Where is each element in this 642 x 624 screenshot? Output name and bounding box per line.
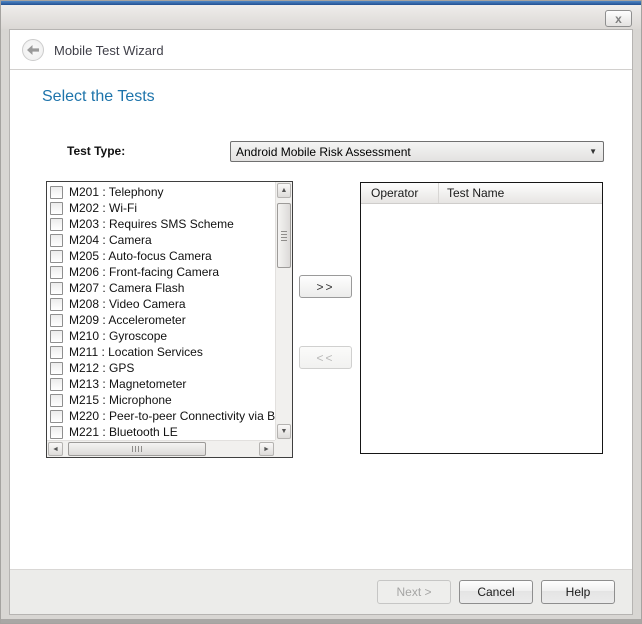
test-checkbox[interactable]	[50, 362, 63, 375]
test-list-item[interactable]: M213 : Magnetometer	[47, 376, 275, 392]
test-list-item[interactable]: M221 : Bluetooth LE	[47, 424, 275, 440]
scroll-left-icon: ◄	[52, 446, 59, 453]
test-type-label: Test Type:	[67, 144, 125, 158]
scroll-left-button[interactable]: ◄	[48, 442, 63, 456]
test-item-label: M204 : Camera	[69, 233, 152, 247]
test-list-item[interactable]: M208 : Video Camera	[47, 296, 275, 312]
selected-tests-body	[361, 204, 602, 453]
chevron-down-icon: ▼	[589, 148, 597, 156]
wizard-title: Mobile Test Wizard	[54, 30, 164, 70]
selected-tests-header: Operator Test Name	[361, 183, 602, 204]
add-tests-button[interactable]: >>	[299, 275, 352, 298]
test-item-label: M220 : Peer-to-peer Connectivity via Blu…	[69, 409, 275, 423]
footer: Next > Cancel Help	[10, 569, 632, 614]
test-item-label: M210 : Gyroscope	[69, 329, 167, 343]
test-list-item[interactable]: M202 : Wi-Fi	[47, 200, 275, 216]
test-item-label: M206 : Front-facing Camera	[69, 265, 219, 279]
test-item-label: M212 : GPS	[69, 361, 134, 375]
test-list-item[interactable]: M210 : Gyroscope	[47, 328, 275, 344]
test-type-selected-value: Android Mobile Risk Assessment	[236, 145, 589, 159]
test-type-select[interactable]: Android Mobile Risk Assessment ▼	[230, 141, 604, 162]
vertical-scroll-thumb[interactable]	[277, 203, 291, 268]
test-item-label: M201 : Telephony	[69, 185, 164, 199]
page-title: Select the Tests	[42, 88, 155, 106]
test-list-item[interactable]: M215 : Microphone	[47, 392, 275, 408]
close-button[interactable]: x	[605, 10, 632, 27]
test-item-label: M211 : Location Services	[69, 345, 203, 359]
cancel-button[interactable]: Cancel	[459, 580, 533, 604]
test-item-label: M221 : Bluetooth LE	[69, 425, 178, 439]
test-list-item[interactable]: M204 : Camera	[47, 232, 275, 248]
vertical-scrollbar[interactable]: ▲ ▼	[275, 182, 292, 440]
test-checkbox[interactable]	[50, 410, 63, 423]
test-list-item[interactable]: M205 : Auto-focus Camera	[47, 248, 275, 264]
remove-tests-button[interactable]: <<	[299, 346, 352, 369]
test-checkbox[interactable]	[50, 250, 63, 263]
test-checkbox[interactable]	[50, 314, 63, 327]
test-list-item[interactable]: M201 : Telephony	[47, 184, 275, 200]
test-item-label: M207 : Camera Flash	[69, 281, 184, 295]
test-checkbox[interactable]	[50, 186, 63, 199]
test-checkbox[interactable]	[50, 298, 63, 311]
test-list-item[interactable]: M220 : Peer-to-peer Connectivity via Blu…	[47, 408, 275, 424]
back-arrow-icon	[27, 45, 39, 55]
test-checkbox[interactable]	[50, 330, 63, 343]
test-item-label: M215 : Microphone	[69, 393, 172, 407]
horizontal-scroll-track[interactable]	[64, 441, 258, 457]
test-item-label: M209 : Accelerometer	[69, 313, 186, 327]
titlebar: x	[1, 5, 641, 29]
test-list-item[interactable]: M211 : Location Services	[47, 344, 275, 360]
help-button[interactable]: Help	[541, 580, 615, 604]
scroll-down-icon: ▼	[281, 428, 288, 435]
available-tests-list[interactable]: M201 : Telephony M202 : Wi-Fi M203 : Req…	[47, 182, 275, 440]
test-list-item[interactable]: M212 : GPS	[47, 360, 275, 376]
scroll-right-icon: ►	[263, 446, 270, 453]
test-list-item[interactable]: M209 : Accelerometer	[47, 312, 275, 328]
test-checkbox[interactable]	[50, 202, 63, 215]
test-list-item[interactable]: M207 : Camera Flash	[47, 280, 275, 296]
close-icon: x	[615, 13, 622, 25]
test-checkbox[interactable]	[50, 378, 63, 391]
test-item-label: M213 : Magnetometer	[69, 377, 186, 391]
horizontal-scrollbar[interactable]: ◄ ►	[47, 440, 275, 457]
test-checkbox[interactable]	[50, 266, 63, 279]
available-tests-listbox: M201 : Telephony M202 : Wi-Fi M203 : Req…	[46, 181, 293, 458]
wizard-window: x Mobile Test Wizard Select the Tests Te…	[0, 0, 642, 624]
dialog-header: Mobile Test Wizard	[10, 30, 632, 70]
test-list-item[interactable]: M203 : Requires SMS Scheme	[47, 216, 275, 232]
test-item-label: M205 : Auto-focus Camera	[69, 249, 212, 263]
test-checkbox[interactable]	[50, 394, 63, 407]
scroll-down-button[interactable]: ▼	[277, 424, 291, 439]
test-checkbox[interactable]	[50, 234, 63, 247]
scroll-right-button[interactable]: ►	[259, 442, 274, 456]
scrollbar-corner	[275, 440, 292, 457]
test-checkbox[interactable]	[50, 346, 63, 359]
test-item-label: M208 : Video Camera	[69, 297, 186, 311]
selected-tests-table: Operator Test Name	[360, 182, 603, 454]
test-checkbox[interactable]	[50, 282, 63, 295]
test-checkbox[interactable]	[50, 426, 63, 439]
column-header-test-name[interactable]: Test Name	[439, 183, 602, 203]
test-list-item[interactable]: M206 : Front-facing Camera	[47, 264, 275, 280]
window-bottom-edge	[1, 619, 641, 623]
scroll-up-button[interactable]: ▲	[277, 183, 291, 198]
column-header-operator[interactable]: Operator	[361, 183, 439, 203]
wizard-dialog: Mobile Test Wizard Select the Tests Test…	[9, 29, 633, 615]
back-button[interactable]	[22, 39, 44, 61]
test-item-label: M203 : Requires SMS Scheme	[69, 217, 234, 231]
scroll-up-icon: ▲	[281, 187, 288, 194]
test-checkbox[interactable]	[50, 218, 63, 231]
horizontal-scroll-thumb[interactable]	[68, 442, 206, 456]
next-button[interactable]: Next >	[377, 580, 451, 604]
test-item-label: M202 : Wi-Fi	[69, 201, 137, 215]
